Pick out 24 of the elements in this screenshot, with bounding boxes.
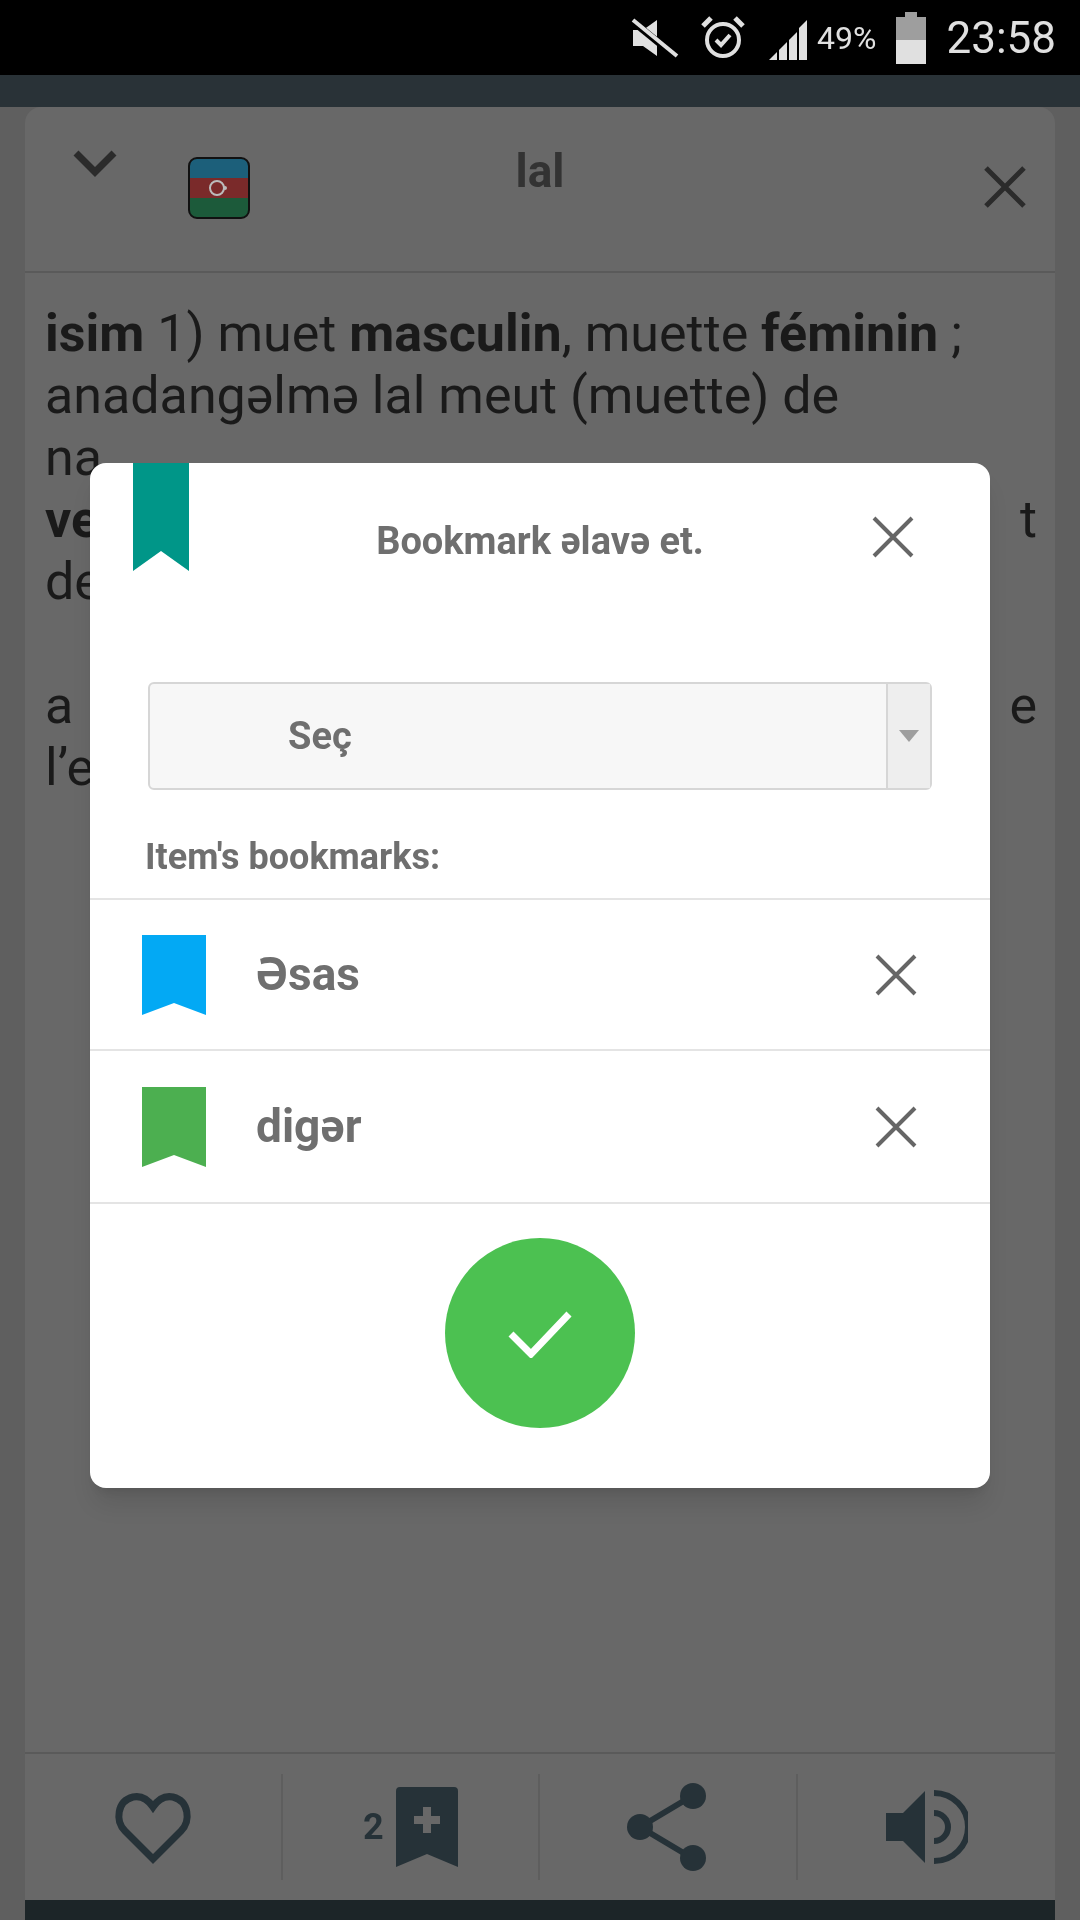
mute-icon [629, 15, 679, 60]
definition-text: isim 1) muet masculin, muette féminin ; [45, 303, 962, 365]
dialog-title: Bookmark əlavə et. [376, 518, 704, 565]
bookmark-ribbon-icon [133, 463, 189, 571]
bookmarks-label: Item's bookmarks: [144, 835, 442, 880]
bookmark-name: Əsas [256, 946, 361, 1003]
close-icon[interactable] [871, 515, 915, 559]
bookmark-add-icon[interactable] [395, 1787, 458, 1867]
definition-text: e [1009, 675, 1037, 737]
bookmark-count: 2 [362, 1805, 384, 1850]
battery-percent: 49% [817, 17, 877, 59]
definition-text: a [45, 675, 74, 737]
clock: 23:58 [946, 10, 1056, 66]
remove-icon[interactable] [874, 952, 918, 997]
flag-icon[interactable] [188, 157, 250, 219]
definition-text: t [1020, 489, 1037, 551]
definition-text: l’e [45, 737, 95, 799]
bookmark-name: digər [256, 1098, 363, 1155]
remove-icon[interactable] [874, 1104, 918, 1149]
battery-icon [896, 11, 927, 64]
close-icon[interactable] [983, 165, 1027, 209]
definition-text: anadangəlmə lal meut (muette) de [45, 365, 840, 427]
bookmark-select[interactable]: Seç [148, 682, 932, 790]
dropdown-arrow-icon [899, 730, 919, 742]
